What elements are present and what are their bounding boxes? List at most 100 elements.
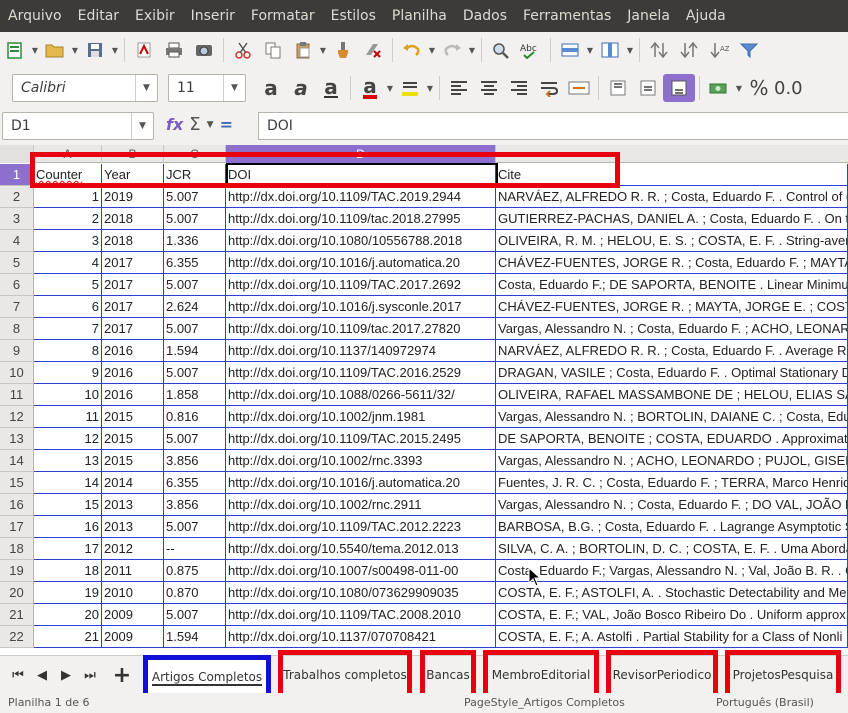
menu-item-ferramentas[interactable]: Ferramentas [515,8,619,24]
chevron-down-icon[interactable]: ▼ [385,84,395,93]
cell-doi[interactable]: http://dx.doi.org/10.1109/TAC.2019.2944 [226,186,496,208]
copy-icon[interactable] [258,36,288,64]
cell-counter[interactable]: 20 [34,604,102,626]
last-sheet-icon[interactable]: ⏭ [80,664,100,686]
menu-item-dados[interactable]: Dados [455,8,515,24]
next-sheet-icon[interactable]: ▶ [56,664,76,686]
bold-icon[interactable]: a [256,74,286,102]
cell-counter[interactable]: 13 [34,450,102,472]
cell-doi[interactable]: http://dx.doi.org/10.1080/10556788.2018 [226,230,496,252]
cell-jcr[interactable]: 3.856 [164,494,226,516]
menu-item-ajuda[interactable]: Ajuda [678,8,734,24]
merge-cells-icon[interactable] [564,74,594,102]
cell-year[interactable]: 2009 [102,626,164,648]
cell-cite[interactable]: Vargas, Alessandro N. ; Costa, Eduardo F… [496,494,848,516]
cell-doi[interactable]: http://dx.doi.org/10.1109/TAC.2012.2223 [226,516,496,538]
cell-doi[interactable]: http://dx.doi.org/10.1088/0266-5611/32/ [226,384,496,406]
cell-year[interactable]: 2017 [102,296,164,318]
row-header[interactable]: 19 [0,560,34,582]
font-color-icon[interactable]: a [355,74,385,102]
cell-cite[interactable]: OLIVEIRA, RAFAEL MASSAMBONE DE ; HELOU, … [496,384,848,406]
cell-year[interactable]: 2015 [102,450,164,472]
cell-counter[interactable]: 14 [34,472,102,494]
row-header[interactable]: 15 [0,472,34,494]
select-all-corner[interactable] [0,145,34,163]
cell-cite[interactable]: OLIVEIRA, R. M. ; HELOU, E. S. ; COSTA, … [496,230,848,252]
function-wizard-icon[interactable]: fx [166,115,183,134]
chevron-down-icon[interactable]: ▼ [70,46,80,55]
cell-cite[interactable]: Vargas, Alessandro N. ; BORTOLIN, DAIANE… [496,406,848,428]
sort-descending-icon[interactable] [674,36,704,64]
cell-cite[interactable]: CHÁVEZ-FUENTES, JORGE R. ; MAYTA, JORGE … [496,296,848,318]
cell-doi[interactable]: http://dx.doi.org/10.1109/TAC.2017.2692 [226,274,496,296]
align-bottom-icon[interactable] [663,74,695,102]
cell-counter[interactable]: 1 [34,186,102,208]
chevron-down-icon[interactable]: ▼ [110,46,120,55]
clear-formatting-icon[interactable] [358,36,388,64]
cell-jcr[interactable]: 6.355 [164,252,226,274]
cell-doi[interactable]: http://dx.doi.org/10.1109/TAC.2008.2010 [226,604,496,626]
cell-jcr[interactable]: 0.816 [164,406,226,428]
cell-cite[interactable]: Costa, Eduardo F.; Vargas, Alessandro N.… [496,560,848,582]
menu-item-planilha[interactable]: Planilha [384,8,455,24]
align-left-icon[interactable] [444,74,474,102]
cell-doi[interactable]: http://dx.doi.org/10.1137/070708421 [226,626,496,648]
cell-cite[interactable]: NARVÁEZ, ALFREDO R. R. ; Costa, Eduardo … [496,340,848,362]
row-header[interactable]: 7 [0,296,34,318]
cell-year[interactable]: 2016 [102,384,164,406]
cell-jcr[interactable]: 5.007 [164,428,226,450]
cell-cite[interactable]: DE SAPORTA, BENOITE ; COSTA, EDUARDO . A… [496,428,848,450]
cell-year[interactable]: 2016 [102,362,164,384]
cell-jcr[interactable]: 1.858 [164,384,226,406]
cell-cite[interactable]: NARVÁEZ, ALFREDO R. R. ; Costa, Eduardo … [496,186,848,208]
sum-icon[interactable]: Σ [189,114,200,135]
font-name-combo[interactable]: Calibri ▼ [12,74,158,102]
cell-counter[interactable]: 21 [34,626,102,648]
cell-counter[interactable]: 2 [34,208,102,230]
menu-item-exibir[interactable]: Exibir [127,8,183,24]
cell-counter[interactable]: 16 [34,516,102,538]
cell-doi[interactable]: http://dx.doi.org/10.1002/rnc.3393 [226,450,496,472]
row-header[interactable]: 10 [0,362,34,384]
row-header[interactable]: 21 [0,604,34,626]
column-icon[interactable] [595,36,625,64]
cell-jcr[interactable]: 6.355 [164,472,226,494]
cell-year[interactable]: 2012 [102,538,164,560]
row-header[interactable]: 2 [0,186,34,208]
menu-item-janela[interactable]: Janela [619,8,678,24]
cell-jcr[interactable]: -- [164,538,226,560]
chevron-down-icon[interactable]: ▼ [318,46,328,55]
sort-ascending-icon[interactable] [644,36,674,64]
row-header[interactable]: 1 [0,164,34,186]
cell-doi[interactable]: http://dx.doi.org/10.1109/TAC.2016.2529 [226,362,496,384]
autofilter-icon[interactable] [734,36,764,64]
cell-doi[interactable]: http://dx.doi.org/10.1016/j.sysconle.201… [226,296,496,318]
row-header[interactable]: 5 [0,252,34,274]
menu-item-editar[interactable]: Editar [70,8,127,24]
cell-jcr[interactable]: 5.007 [164,274,226,296]
page-style[interactable]: PageStyle_Artigos Completos [464,696,625,709]
print-preview-icon[interactable] [189,36,219,64]
cell-year[interactable]: 2010 [102,582,164,604]
cell-counter[interactable]: 9 [34,362,102,384]
spreadsheet-grid[interactable]: A B C D 1 Counter Year JCR DOI Cite 2 1 20… [0,145,848,655]
print-icon[interactable] [159,36,189,64]
menu-item-estilos[interactable]: Estilos [323,8,384,24]
cell-jcr[interactable]: 5.007 [164,362,226,384]
open-folder-icon[interactable] [40,36,70,64]
cell-cite[interactable]: GUTIERREZ-PACHAS, DANIEL A. ; Costa, Edu… [496,208,848,230]
cell-cite[interactable]: DRAGAN, VASILE ; Costa, Eduardo F. . Opt… [496,362,848,384]
cell-counter[interactable]: 17 [34,538,102,560]
cell-jcr[interactable]: 1.336 [164,230,226,252]
cell-cite[interactable]: Vargas, Alessandro N. ; Costa, Eduardo F… [496,318,848,340]
row-header[interactable]: 12 [0,406,34,428]
cell-year[interactable]: 2013 [102,494,164,516]
cell-cite[interactable]: BARBOSA, B.G. ; Costa, Eduardo F. . Lagr… [496,516,848,538]
row-header[interactable]: 6 [0,274,34,296]
cell-jcr[interactable]: 0.875 [164,560,226,582]
chevron-down-icon[interactable]: ▼ [625,46,635,55]
clone-formatting-icon[interactable] [328,36,358,64]
chevron-down-icon[interactable]: ▼ [734,84,744,93]
cell-jcr[interactable]: 0.870 [164,582,226,604]
cell-doi[interactable]: http://dx.doi.org/10.1002/jnm.1981 [226,406,496,428]
